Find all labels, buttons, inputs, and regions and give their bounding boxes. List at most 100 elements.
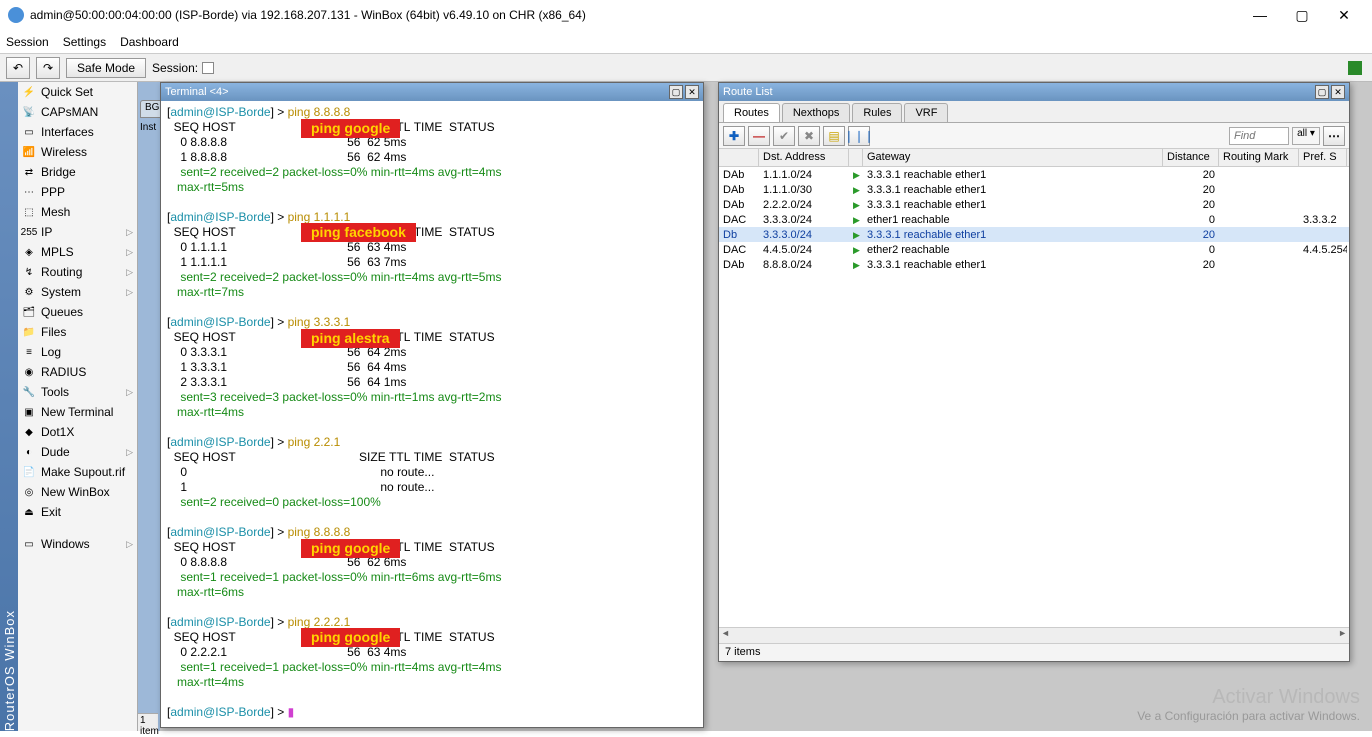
h-scrollbar[interactable] (719, 627, 1349, 643)
terminal-header[interactable]: Terminal <4> ▢ ✕ (161, 83, 703, 101)
sidebar-item-capsman[interactable]: 📡CAPsMAN (18, 102, 137, 122)
menu-session[interactable]: Session (6, 35, 49, 49)
sidebar-item-new-terminal[interactable]: ▣New Terminal (18, 402, 137, 422)
sidebar-item-bridge[interactable]: ⇄Bridge (18, 162, 137, 182)
titlebar: admin@50:00:00:04:00:00 (ISP-Borde) via … (0, 0, 1372, 30)
col-header[interactable]: Routing Mark (1219, 149, 1299, 166)
comment-button[interactable]: ▤ (823, 126, 845, 146)
cell: ▶ (849, 214, 863, 226)
tab-nexthops[interactable]: Nexthops (782, 103, 850, 122)
sidebar-item-radius[interactable]: ◉RADIUS (18, 362, 137, 382)
sidebar-item-dude[interactable]: ◐Dude▷ (18, 442, 137, 462)
route-list-title: Route List (723, 86, 1313, 98)
route-list-window: Route List ▢ ✕ Routes Nexthops Rules VRF… (718, 82, 1350, 662)
sidebar-label: Dot1X (41, 425, 74, 439)
terminal-close-icon[interactable]: ✕ (685, 85, 699, 99)
sidebar-icon: ▭ (22, 537, 36, 551)
redo-button[interactable]: ↷ (36, 57, 60, 79)
menu-settings[interactable]: Settings (63, 35, 106, 49)
find-input[interactable] (1229, 127, 1289, 145)
sidebar-item-blank (18, 522, 137, 534)
tab-rules[interactable]: Rules (852, 103, 902, 122)
enable-button[interactable]: ✔ (773, 126, 795, 146)
table-row[interactable]: Db3.3.3.0/24▶3.3.3.1 reachable ether120 (719, 227, 1349, 242)
sidebar-item-ppp[interactable]: ⋯PPP (18, 182, 137, 202)
session-checkbox[interactable] (202, 62, 214, 74)
safe-mode-button[interactable]: Safe Mode (66, 58, 146, 78)
annotation: ping google (301, 119, 400, 138)
col-header[interactable]: Gateway (863, 149, 1163, 166)
col-header[interactable]: Pref. S (1299, 149, 1347, 166)
sidebar-item-wireless[interactable]: 📶Wireless (18, 142, 137, 162)
cell: ▶ (849, 169, 863, 181)
sidebar-icon: ⇄ (22, 165, 36, 179)
cell: 3.3.3.1 reachable ether1 (863, 169, 1163, 181)
col-header[interactable] (849, 149, 863, 166)
sidebar-item-mesh[interactable]: ⬚Mesh (18, 202, 137, 222)
sidebar-label: Interfaces (41, 125, 94, 139)
sidebar-item-new-winbox[interactable]: ◎New WinBox (18, 482, 137, 502)
table-row[interactable]: DAC4.4.5.0/24▶ether2 reachable04.4.5.254 (719, 242, 1349, 257)
window-buttons: — ▢ ✕ (1240, 1, 1364, 29)
submenu-arrow-icon: ▷ (126, 247, 133, 258)
table-row[interactable]: DAb2.2.2.0/24▶3.3.3.1 reachable ether120 (719, 197, 1349, 212)
sidebar-item-interfaces[interactable]: ▭Interfaces (18, 122, 137, 142)
table-row[interactable]: DAC3.3.3.0/24▶ether1 reachable03.3.3.2 (719, 212, 1349, 227)
route-toolbar: ✚ — ✔ ✖ ▤ ❘❘❘ all ▾ ⋯ (719, 123, 1349, 149)
route-list-header[interactable]: Route List ▢ ✕ (719, 83, 1349, 101)
col-header[interactable] (719, 149, 759, 166)
sidebar-item-ip[interactable]: 255IP▷ (18, 222, 137, 242)
minimize-button[interactable]: — (1240, 1, 1280, 29)
sidebar-icon: ◈ (22, 245, 36, 259)
sidebar-item-mpls[interactable]: ◈MPLS▷ (18, 242, 137, 262)
cell: DAb (719, 259, 759, 271)
route-close-icon[interactable]: ✕ (1331, 85, 1345, 99)
maximize-button[interactable]: ▢ (1282, 1, 1322, 29)
tab-routes[interactable]: Routes (723, 103, 780, 122)
sidebar-item-quick-set[interactable]: ⚡Quick Set (18, 82, 137, 102)
cell: 1.1.1.0/24 (759, 169, 849, 181)
filter-dropdown[interactable]: ⋯ (1323, 126, 1345, 146)
terminal-window: Terminal <4> ▢ ✕ [admin@ISP-Borde] > pin… (160, 82, 704, 728)
col-header[interactable]: Dst. Address (759, 149, 849, 166)
filter-button[interactable]: ❘❘❘ (848, 126, 870, 146)
close-button[interactable]: ✕ (1324, 1, 1364, 29)
undo-button[interactable]: ↶ (6, 57, 30, 79)
sidebar-item-make-supout.rif[interactable]: 📄Make Supout.rif (18, 462, 137, 482)
submenu-arrow-icon: ▷ (126, 447, 133, 458)
sidebar-item-files[interactable]: 📁Files (18, 322, 137, 342)
sidebar-item-log[interactable]: ≡Log (18, 342, 137, 362)
submenu-arrow-icon: ▷ (126, 287, 133, 298)
terminal-min-icon[interactable]: ▢ (669, 85, 683, 99)
session-label: Session: (152, 61, 198, 75)
sidebar-item-routing[interactable]: ↯Routing▷ (18, 262, 137, 282)
workspace: BGP Inst 1 item Terminal <4> ▢ ✕ [admin@… (138, 82, 1372, 731)
watermark-sub: Ve a Configuración para activar Windows. (1137, 709, 1360, 723)
col-header[interactable]: Distance (1163, 149, 1219, 166)
menu-dashboard[interactable]: Dashboard (120, 35, 179, 49)
tab-vrf[interactable]: VRF (904, 103, 948, 122)
route-min-icon[interactable]: ▢ (1315, 85, 1329, 99)
sidebar-item-exit[interactable]: ⏏Exit (18, 502, 137, 522)
sidebar-item-dot1x[interactable]: ◆Dot1X (18, 422, 137, 442)
sidebar-item-tools[interactable]: 🔧Tools▷ (18, 382, 137, 402)
cell: 2.2.2.0/24 (759, 199, 849, 211)
table-row[interactable]: DAb1.1.1.0/30▶3.3.3.1 reachable ether120 (719, 182, 1349, 197)
table-row[interactable]: DAb8.8.8.0/24▶3.3.3.1 reachable ether120 (719, 257, 1349, 272)
route-table-body[interactable]: DAb1.1.1.0/24▶3.3.3.1 reachable ether120… (719, 167, 1349, 627)
disable-button[interactable]: ✖ (798, 126, 820, 146)
sidebar-item-windows[interactable]: ▭Windows▷ (18, 534, 137, 554)
bgp-window-bg: BGP Inst 1 item (138, 82, 160, 731)
sidebar-item-system[interactable]: ⚙System▷ (18, 282, 137, 302)
terminal-title: Terminal <4> (165, 86, 667, 98)
cell: 20 (1163, 229, 1219, 241)
sidebar-label: PPP (41, 185, 65, 199)
menubar: Session Settings Dashboard (0, 30, 1372, 54)
add-button[interactable]: ✚ (723, 126, 745, 146)
toolbar: ↶ ↷ Safe Mode Session: (0, 54, 1372, 82)
sidebar-item-queues[interactable]: 🗂Queues (18, 302, 137, 322)
remove-button[interactable]: — (748, 126, 770, 146)
terminal-body[interactable]: [admin@ISP-Borde] > ping 8.8.8.8 SEQ HOS… (161, 101, 703, 727)
table-row[interactable]: DAb1.1.1.0/24▶3.3.3.1 reachable ether120 (719, 167, 1349, 182)
all-select[interactable]: all ▾ (1292, 127, 1320, 145)
